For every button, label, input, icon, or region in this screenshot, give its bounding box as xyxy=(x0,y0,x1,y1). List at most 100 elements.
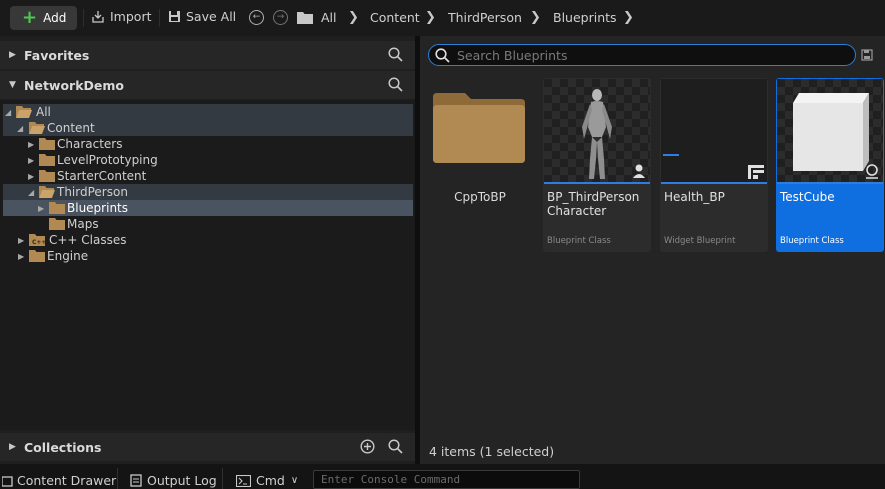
import-icon xyxy=(92,10,104,23)
folder-icon xyxy=(29,250,45,262)
mannequin-thumbnail xyxy=(582,89,612,179)
folder-icon xyxy=(297,12,313,24)
search-input[interactable]: Search Blueprints xyxy=(428,44,856,66)
character-class-icon xyxy=(633,164,645,178)
save-all-label: Save All xyxy=(186,9,237,24)
tree-item-startercontent[interactable]: ▶ StarterContent xyxy=(3,168,413,184)
forward-icon[interactable]: → xyxy=(273,10,288,25)
output-log-icon xyxy=(130,474,142,487)
tree-item-levelprototyping[interactable]: ▶ LevelPrototyping xyxy=(3,152,413,168)
asset-name: Health_BP xyxy=(664,190,725,204)
tree-item-label: Maps xyxy=(67,217,99,231)
content-drawer-label: Content Drawer xyxy=(17,473,117,488)
tree-item-label: LevelPrototyping xyxy=(57,153,158,167)
tree-item-label: Blueprints xyxy=(67,201,129,215)
collapse-arrow-icon[interactable]: ◢ xyxy=(28,188,34,197)
chevron-right-icon[interactable]: ❯ xyxy=(425,10,436,25)
collapse-arrow-icon[interactable]: ▼ xyxy=(9,80,16,90)
chevron-right-icon[interactable]: ❯ xyxy=(623,10,634,25)
asset-tile-health-bp[interactable]: Health_BP Widget Blueprint xyxy=(660,78,768,252)
chevron-right-icon[interactable]: ❯ xyxy=(348,10,359,25)
save-all-button[interactable]: Save All xyxy=(168,9,236,24)
content-drawer-button[interactable]: Content Drawer xyxy=(2,473,116,488)
import-label: Import xyxy=(110,9,152,24)
folder-icon xyxy=(39,154,55,166)
asset-type-bar xyxy=(544,182,650,184)
back-icon[interactable]: ← xyxy=(249,10,264,25)
search-icon[interactable] xyxy=(388,77,403,92)
asset-name: BP_ThirdPerson Character xyxy=(547,190,640,218)
folder-icon xyxy=(39,138,55,150)
add-button[interactable]: + Add xyxy=(10,6,77,30)
toolbar-divider xyxy=(83,9,84,27)
folder-icon xyxy=(49,218,65,230)
tree-item-thirdperson[interactable]: ◢ ThirdPerson xyxy=(3,184,413,200)
asset-tile-testcube[interactable]: TestCube Blueprint Class xyxy=(776,78,884,252)
add-collection-icon[interactable] xyxy=(360,439,375,454)
folder-open-icon xyxy=(39,186,55,198)
asset-view: Search Blueprints CppToBP BP_ThirdPerson… xyxy=(420,36,885,464)
search-icon[interactable] xyxy=(388,47,403,62)
chevron-right-icon[interactable]: ❯ xyxy=(530,10,541,25)
asset-name: TestCube xyxy=(780,190,835,204)
output-log-label: Output Log xyxy=(147,473,217,488)
tree-item-maps[interactable]: Maps xyxy=(3,216,413,232)
folder-tile-cpptobp[interactable]: CppToBP xyxy=(430,84,530,214)
tree-item-engine[interactable]: ▶ Engine xyxy=(3,248,413,264)
favorites-header[interactable]: ▶ Favorites xyxy=(0,41,415,69)
breadcrumb-blueprints[interactable]: Blueprints xyxy=(553,10,617,25)
collapse-arrow-icon[interactable]: ◢ xyxy=(5,108,11,117)
expand-arrow-icon[interactable]: ▶ xyxy=(9,442,16,452)
content-drawer-icon xyxy=(2,475,13,487)
console-input[interactable]: Enter Console Command xyxy=(313,470,580,489)
import-button[interactable]: Import xyxy=(91,9,152,24)
search-placeholder: Search Blueprints xyxy=(457,47,568,63)
search-icon xyxy=(435,48,450,63)
expand-arrow-icon[interactable]: ▶ xyxy=(28,156,34,165)
collapse-arrow-icon[interactable]: ◢ xyxy=(17,124,23,133)
expand-arrow-icon[interactable]: ▶ xyxy=(28,172,34,181)
tree-item-label: StarterContent xyxy=(57,169,147,183)
expand-arrow-icon[interactable]: ▶ xyxy=(18,252,24,261)
tree-item-label: Content xyxy=(47,121,95,135)
tree-item-label: C++ Classes xyxy=(49,233,127,247)
asset-type: Blueprint Class xyxy=(547,236,611,246)
widget-preview xyxy=(663,154,679,156)
expand-arrow-icon[interactable]: ▶ xyxy=(28,140,34,149)
breadcrumb-thirdperson[interactable]: ThirdPerson xyxy=(448,10,522,25)
status-bar: Content Drawer Output Log Cmd ∨ Enter Co… xyxy=(0,464,885,489)
tree-item-label: Characters xyxy=(57,137,123,151)
favorites-label: Favorites xyxy=(24,47,90,63)
actor-class-icon xyxy=(866,164,878,179)
asset-type: Blueprint Class xyxy=(780,236,844,246)
tree-item-content[interactable]: ◢ Content xyxy=(3,120,413,136)
widget-blueprint-icon xyxy=(748,165,764,179)
breadcrumb-content[interactable]: Content xyxy=(370,10,420,25)
save-icon xyxy=(169,11,180,22)
svg-text:C++: C++ xyxy=(32,239,45,246)
asset-thumbnail xyxy=(661,79,767,182)
asset-tile-bp-thirdpersoncharacter[interactable]: BP_ThirdPerson Character Blueprint Class xyxy=(543,78,651,252)
folder-tree: ◢ All ◢ Content ▶ Characters ▶ LevelProt… xyxy=(0,100,415,430)
tree-item-blueprints[interactable]: ▶ Blueprints xyxy=(3,200,413,216)
tree-item-cpp-classes[interactable]: ▶ C++ C++ Classes xyxy=(3,232,413,248)
expand-arrow-icon[interactable]: ▶ xyxy=(18,236,24,245)
collections-header[interactable]: ▶ Collections xyxy=(0,433,415,461)
folder-open-icon xyxy=(16,106,32,118)
folder-name: CppToBP xyxy=(454,190,506,204)
search-icon[interactable] xyxy=(388,439,403,454)
save-search-icon[interactable] xyxy=(861,49,873,61)
breadcrumb-all[interactable]: All xyxy=(321,10,337,25)
folder-open-icon xyxy=(29,122,45,134)
tree-item-characters[interactable]: ▶ Characters xyxy=(3,136,413,152)
project-header[interactable]: ▼ NetworkDemo xyxy=(0,71,415,99)
cmd-dropdown[interactable]: Cmd ∨ xyxy=(236,473,298,488)
tree-item-all[interactable]: ◢ All xyxy=(3,104,413,120)
expand-arrow-icon[interactable]: ▶ xyxy=(9,50,16,60)
output-log-button[interactable]: Output Log xyxy=(130,473,217,488)
folder-icon xyxy=(49,202,65,214)
status-divider xyxy=(222,468,223,489)
cpp-folder-icon: C++ xyxy=(29,234,45,246)
toolbar-divider xyxy=(159,9,160,27)
expand-arrow-icon[interactable]: ▶ xyxy=(38,204,44,213)
